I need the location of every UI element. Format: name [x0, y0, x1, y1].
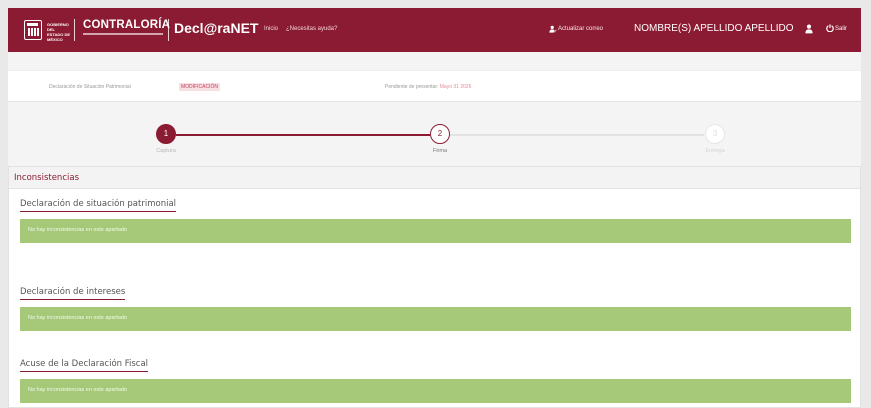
update-email-link[interactable]: Actualizar correo [558, 26, 603, 32]
section-title-patrimonial: Declaración de situación patrimonial [20, 199, 177, 212]
user-icon[interactable] [805, 24, 813, 34]
progress-stepper: 1 2 3 Captura Firma Entrega [8, 118, 861, 162]
top-header: GOBIERNO DEL ESTADO DE MÉXICO CONTRALORÍ… [8, 8, 861, 52]
brand-title[interactable]: Decl@raNET [174, 20, 258, 36]
user-name: NOMBRE(S) APELLIDO APELLIDO [634, 23, 794, 34]
user-edit-icon[interactable] [549, 25, 557, 33]
pending-date: Mayo 31 2026 [439, 84, 472, 90]
header-separator [168, 19, 169, 41]
modality-badge: MODIFICACIÓN [179, 83, 220, 91]
contraloria-logo: CONTRALORÍA [83, 19, 171, 31]
alert-message: No hay inconsistencias en este apartado [28, 315, 128, 321]
inconsistencies-panel: Inconsistencias Declaración de situación… [8, 166, 861, 408]
nav-inicio-link[interactable]: Inicio [264, 26, 278, 32]
power-icon[interactable] [826, 24, 834, 32]
step-1-circle[interactable]: 1 [156, 124, 176, 144]
alert-patrimonial: No hay inconsistencias en este apartado [20, 219, 851, 243]
step-3-label: Entrega [705, 148, 725, 154]
declaration-info-bar: Declaración de Situación Patrimonial MOD… [8, 70, 861, 102]
page: GOBIERNO DEL ESTADO DE MÉXICO CONTRALORÍ… [8, 8, 861, 408]
contraloria-subline [83, 33, 163, 35]
section-title-fiscal: Acuse de la Declaración Fiscal [20, 359, 149, 372]
alert-intereses: No hay inconsistencias en este apartado [20, 307, 851, 331]
declaration-type: Declaración de Situación Patrimonial [49, 84, 131, 90]
government-logo-text: GOBIERNO DEL ESTADO DE MÉXICO [47, 22, 71, 42]
alert-message: No hay inconsistencias en este apartado [28, 387, 128, 393]
panel-title: Inconsistencias [14, 173, 79, 183]
pending-deadline: Pendiente de presentar: Mayo 31 2026 [385, 84, 471, 90]
stepper-line-completed [176, 134, 430, 136]
header-separator [74, 19, 75, 41]
step-2-label: Firma [432, 148, 448, 154]
section-title-intereses: Declaración de intereses [20, 287, 126, 300]
step-2-circle[interactable]: 2 [430, 124, 450, 144]
logout-button[interactable]: Salir [835, 26, 847, 32]
pending-label: Pendiente de presentar: [385, 84, 439, 90]
step-1-label: Captura [156, 148, 176, 154]
alert-message: No hay inconsistencias en este apartado [28, 227, 128, 233]
building-icon [24, 20, 42, 40]
stepper-line-pending [450, 134, 704, 136]
alert-fiscal: No hay inconsistencias en este apartado [20, 379, 851, 403]
panel-header: Inconsistencias [9, 167, 860, 189]
nav-help-link[interactable]: ¿Necesitas ayuda? [286, 26, 337, 32]
step-3-circle[interactable]: 3 [705, 124, 725, 144]
